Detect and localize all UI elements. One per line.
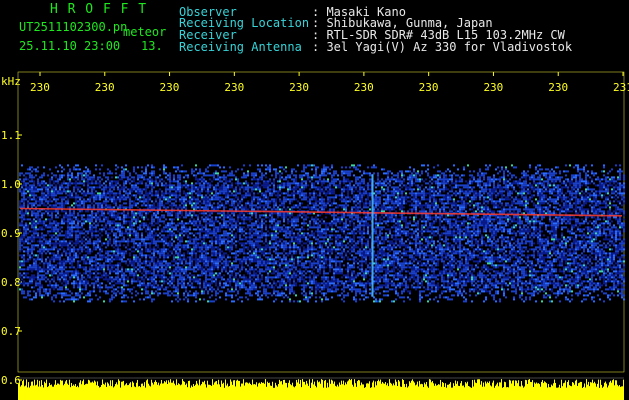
y-tick-label: 0.9 bbox=[1, 227, 21, 240]
y-tick-label: 1.1 bbox=[1, 129, 21, 142]
x-tick-label: 230 bbox=[30, 81, 50, 94]
spectrogram-chart: 1.1 1.0 0.9 0.8 0.7 0.6 230 230 230 230 230 230 230 2… bbox=[1, 71, 629, 400]
y-tick-label: 0.8 bbox=[1, 276, 21, 289]
noise-band bbox=[19, 164, 625, 303]
y-tick-label: 0.6 bbox=[1, 374, 21, 387]
y-tick-label: 1.0 bbox=[1, 178, 21, 191]
x-tick-label: 230 bbox=[548, 81, 568, 94]
x-tick-label: 230 bbox=[354, 81, 374, 94]
x-tick-label: 230 bbox=[483, 81, 503, 94]
x-tick-label: 230 bbox=[95, 81, 115, 94]
y-tick-label: 0.7 bbox=[1, 325, 21, 338]
x-tick-label: 2310 bbox=[613, 81, 629, 94]
x-tick-label: 230 bbox=[224, 81, 244, 94]
x-tick-label: 230 bbox=[419, 81, 439, 94]
level-bars bbox=[18, 379, 624, 400]
x-tick-label: 230 bbox=[160, 81, 180, 94]
x-tick-label: 230 bbox=[289, 81, 309, 94]
